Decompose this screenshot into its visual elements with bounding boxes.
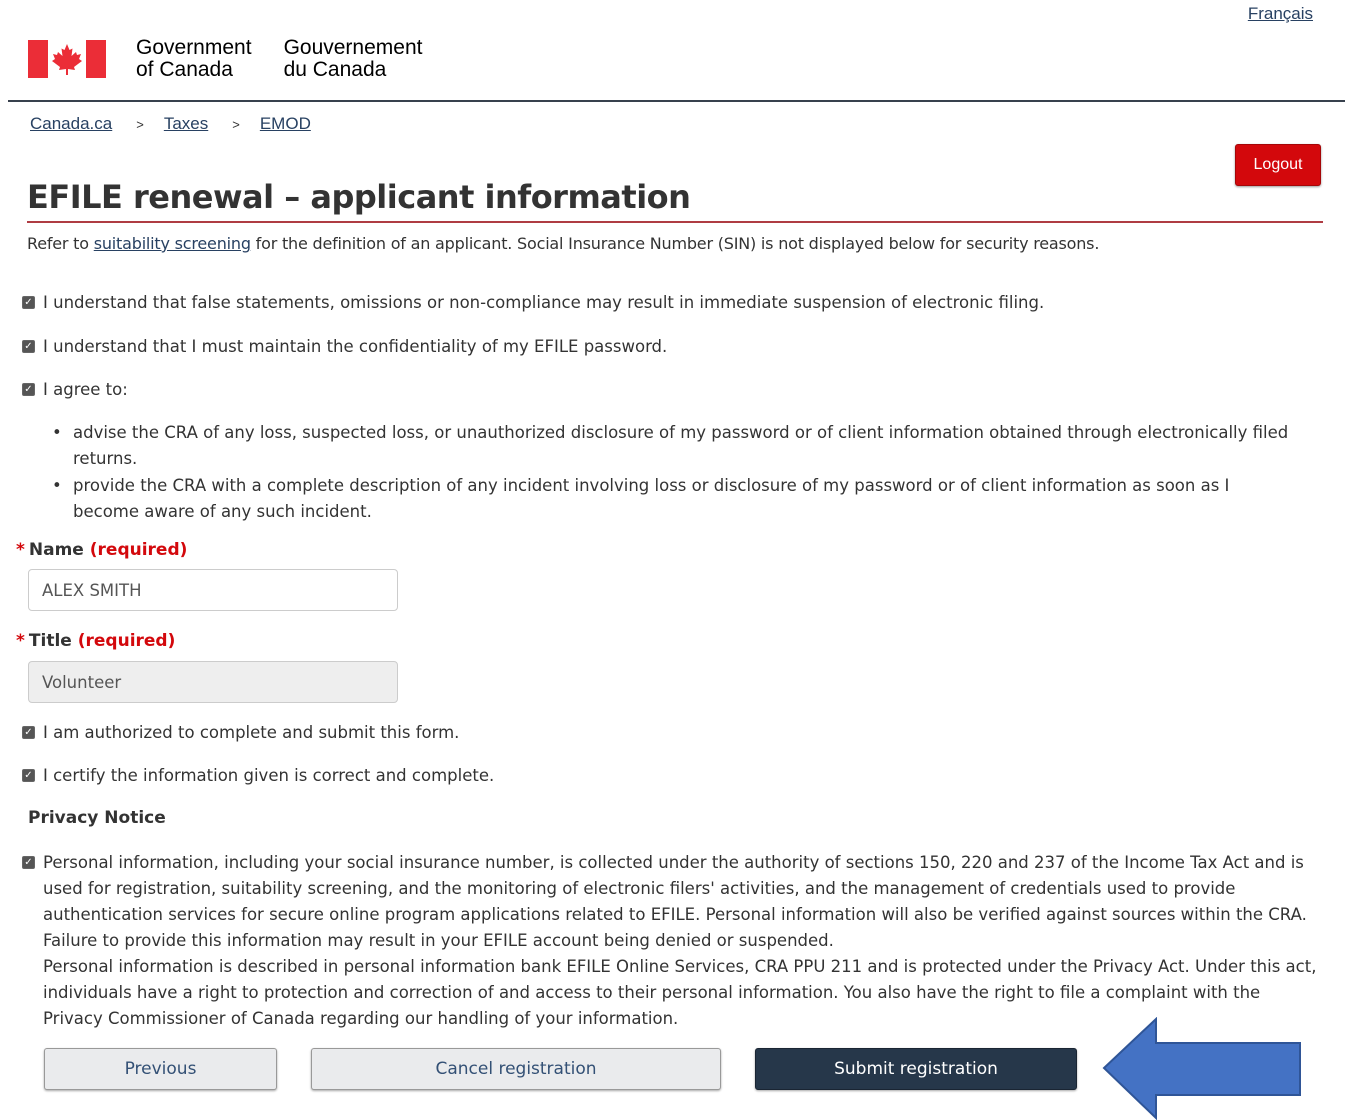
- privacy-checkbox-row[interactable]: ✓ Personal information, including your s…: [22, 850, 1317, 1032]
- cancel-registration-button[interactable]: Cancel registration: [311, 1048, 721, 1090]
- checkbox-checked-icon[interactable]: ✓: [22, 726, 35, 739]
- false-statements-checkbox-row[interactable]: ✓ I understand that false statements, om…: [22, 290, 1044, 316]
- breadcrumb-emod[interactable]: EMOD: [260, 114, 311, 134]
- breadcrumb-taxes[interactable]: Taxes: [164, 114, 208, 134]
- list-item: advise the CRA of any loss, suspected lo…: [50, 420, 1290, 472]
- required-text: (required): [77, 631, 176, 651]
- confidentiality-checkbox-row[interactable]: ✓ I understand that I must maintain the …: [22, 334, 667, 360]
- privacy-notice-heading: Privacy Notice: [28, 808, 166, 828]
- submit-registration-button[interactable]: Submit registration: [755, 1048, 1077, 1090]
- privacy-notice-text: Personal information, including your soc…: [43, 850, 1317, 1032]
- list-item: provide the CRA with a complete descript…: [50, 473, 1290, 525]
- authorized-checkbox-row[interactable]: ✓ I am authorized to complete and submit…: [22, 720, 459, 746]
- logout-button[interactable]: Logout: [1235, 144, 1321, 186]
- government-signature: Government of Canada Gouvernement du Can…: [28, 36, 454, 81]
- title-label: * Title (required): [16, 631, 176, 651]
- name-label: * Name (required): [16, 540, 188, 560]
- page-title: EFILE renewal – applicant information: [27, 178, 691, 216]
- breadcrumb-separator: >: [232, 116, 240, 132]
- previous-button[interactable]: Previous: [44, 1048, 277, 1090]
- checkbox-checked-icon[interactable]: ✓: [22, 383, 35, 396]
- agree-label: I agree to:: [43, 380, 128, 399]
- false-statements-label: I understand that false statements, omis…: [43, 293, 1045, 312]
- wordmark-english: Government of Canada: [136, 36, 252, 81]
- required-marker: *: [16, 540, 25, 560]
- confidentiality-label: I understand that I must maintain the co…: [43, 337, 668, 356]
- checkbox-checked-icon[interactable]: ✓: [22, 769, 35, 782]
- agree-checkbox-row[interactable]: ✓ I agree to:: [22, 377, 128, 403]
- suitability-screening-link[interactable]: suitability screening: [94, 234, 251, 253]
- agree-list: advise the CRA of any loss, suspected lo…: [50, 420, 1290, 526]
- canada-flag-icon: [28, 40, 106, 78]
- required-text: (required): [89, 540, 188, 560]
- breadcrumb-separator: >: [136, 116, 144, 132]
- breadcrumb-canada[interactable]: Canada.ca: [30, 114, 112, 134]
- certify-checkbox-row[interactable]: ✓ I certify the information given is cor…: [22, 763, 494, 789]
- wordmark-french: Gouvernement du Canada: [283, 36, 423, 81]
- name-input[interactable]: ALEX SMITH: [28, 569, 398, 611]
- certify-label: I certify the information given is corre…: [43, 766, 495, 785]
- checkbox-checked-icon[interactable]: ✓: [22, 340, 35, 353]
- checkbox-checked-icon[interactable]: ✓: [22, 296, 35, 309]
- arrow-left-icon: [1102, 1017, 1301, 1120]
- title-input[interactable]: Volunteer: [28, 661, 398, 703]
- authorized-label: I am authorized to complete and submit t…: [43, 723, 460, 742]
- breadcrumb: Canada.ca > Taxes > EMOD: [30, 114, 311, 134]
- privacy-paragraph: Personal information, including your soc…: [43, 853, 1307, 950]
- header-divider: [8, 100, 1345, 102]
- checkbox-checked-icon[interactable]: ✓: [22, 856, 35, 869]
- title-underline: [27, 221, 1323, 223]
- language-toggle-link[interactable]: Français: [1248, 4, 1313, 24]
- intro-text: Refer to suitability screening for the d…: [27, 234, 1100, 253]
- required-marker: *: [16, 631, 25, 651]
